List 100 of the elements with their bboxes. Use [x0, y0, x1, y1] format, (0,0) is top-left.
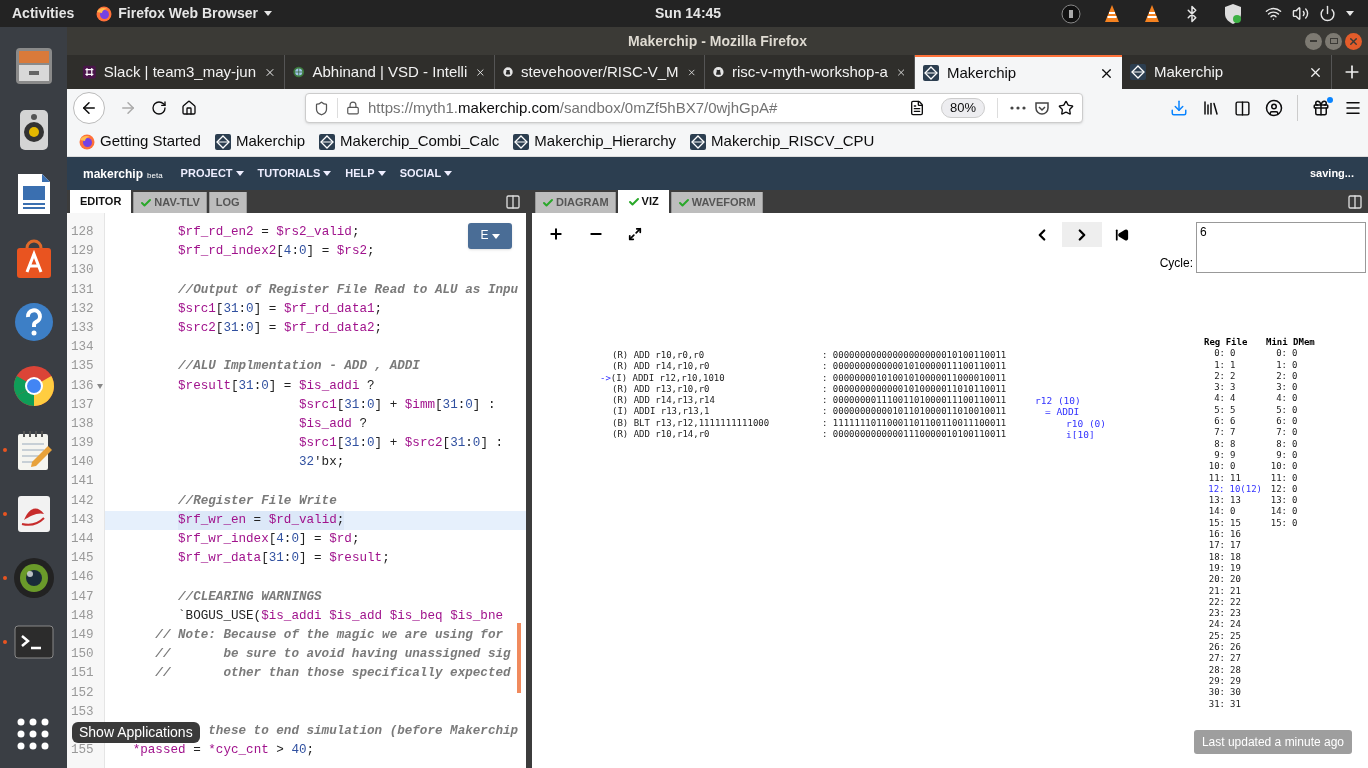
tooltip: Show Applications — [72, 722, 200, 743]
line-number: 136 — [71, 377, 94, 395]
disc-icon[interactable] — [1061, 3, 1081, 24]
back-button[interactable] — [73, 92, 105, 124]
minimize-button[interactable] — [1305, 32, 1322, 50]
reload-icon[interactable] — [151, 100, 167, 116]
instruction-text: (I) ADDI r13,r13,1 — [612, 406, 710, 418]
fold-arrow-icon[interactable] — [96, 383, 103, 389]
binary-encoding: : 00000000000001010000011100110011 — [822, 361, 1007, 373]
register-row-text: 6: 0 — [1275, 416, 1299, 428]
register-row-text: 13: 13 — [1207, 495, 1242, 507]
register-row-text: 11: 11 — [1207, 472, 1242, 484]
mode-button[interactable]: E — [468, 223, 512, 249]
split-view-icon[interactable] — [1347, 194, 1363, 210]
split-view-icon[interactable] — [505, 194, 521, 210]
traffic-cone-icon[interactable] — [1143, 3, 1161, 24]
download-icon[interactable] — [1170, 99, 1188, 117]
binary-encoding: : 00000000111001101000011100110011 — [822, 395, 1007, 407]
line-number: 150 — [71, 646, 94, 664]
app-menu[interactable]: Firefox Web Browser — [96, 3, 273, 24]
pane-tab[interactable]: EDITOR — [70, 190, 132, 213]
bookmark[interactable]: Makerchip_RISCV_CPU — [690, 130, 875, 153]
register-row-text: 21: 21 — [1207, 585, 1242, 597]
pane-tab[interactable]: VIZ — [617, 190, 669, 213]
pane-tab[interactable]: NAV-TLV — [133, 192, 207, 213]
line-number: 137 — [71, 396, 94, 414]
pane-tab[interactable]: LOG — [208, 192, 247, 213]
register-row-text: 8: 8 — [1213, 438, 1237, 450]
register-row-text: 17: 17 — [1207, 540, 1242, 552]
bookmark[interactable]: Getting Started — [79, 130, 201, 153]
zoom-badge[interactable]: 80% — [940, 98, 985, 118]
register-row-text: 1: 0 — [1275, 359, 1299, 371]
tab-title: Makerchip — [947, 62, 1018, 83]
zoom-in-icon[interactable] — [548, 226, 564, 242]
pocket-icon[interactable] — [1034, 100, 1050, 116]
next-button[interactable] — [1061, 222, 1102, 247]
activities-button[interactable]: Activities — [12, 3, 75, 24]
lock-icon[interactable] — [346, 101, 360, 115]
gift-icon[interactable] — [1312, 99, 1330, 117]
close-button[interactable] — [1345, 32, 1362, 50]
maximize-button[interactable] — [1325, 32, 1342, 50]
url-text: https://myth1.makerchip.com/sandbox/0mZf5hBX7/0wjhGpA# — [368, 97, 778, 118]
clock[interactable]: Sun 14:45 — [655, 3, 722, 24]
bookmark[interactable]: Makerchip — [214, 130, 306, 153]
fit-icon[interactable] — [628, 227, 642, 241]
register-row-text: 5: 0 — [1275, 404, 1299, 417]
more-icon[interactable] — [1010, 106, 1026, 110]
check-icon — [677, 196, 690, 209]
line-number: 130 — [71, 262, 94, 280]
browser-tab[interactable]: Makerchip — [915, 55, 1122, 89]
register-row-text: 1: 1 — [1213, 359, 1237, 371]
menu-icon[interactable] — [1344, 99, 1362, 117]
code-line: $src2[31:0] = $rf_rd_data2; — [178, 319, 383, 337]
nav-menu[interactable]: TUTORIALS — [257, 165, 332, 182]
library-icon[interactable] — [1202, 99, 1220, 117]
shield-icon[interactable] — [314, 100, 329, 116]
code-line: $rf_rd_en2 = $rs2_valid; — [178, 224, 360, 241]
camera-lens-icon[interactable] — [11, 556, 56, 600]
makerchip-logo[interactable]: makerchip beta — [83, 167, 163, 180]
register-row-text: 25: 25 — [1207, 630, 1242, 642]
bookmark[interactable]: Makerchip_Hierarchy — [513, 130, 677, 153]
makerchip-icon — [1130, 64, 1146, 80]
tab-title: Abhinand | VSD - Intelli — [312, 61, 468, 82]
running-indicator — [3, 512, 7, 516]
instruction-text: (R) ADD r10,r14,r0 — [612, 429, 710, 441]
nav-menu[interactable]: SOCIAL — [399, 165, 453, 182]
bookmark[interactable]: Makerchip_Combi_Calc — [319, 130, 500, 153]
traffic-cone-icon[interactable] — [1103, 3, 1121, 24]
line-number: 133 — [71, 319, 94, 337]
register-row-text: 27: 27 — [1207, 653, 1242, 665]
volume-icon[interactable] — [1292, 5, 1309, 22]
pane-tab[interactable]: WAVEFORM — [670, 192, 763, 213]
makerchip-icon — [319, 133, 336, 150]
cycle-field[interactable]: 6 — [1196, 222, 1366, 273]
browser-icon[interactable] — [11, 364, 56, 408]
account-icon[interactable] — [1265, 99, 1283, 117]
binary-encoding: : 00000000000001010000011010110011 — [822, 383, 1007, 396]
nav-menu[interactable]: PROJECT — [180, 165, 244, 182]
instruction-text: (B) BLT r13,r12,1111111111000 — [612, 417, 770, 430]
code-line: *passed = *cyc_cnt > 40; — [132, 742, 315, 760]
reader-view-icon[interactable] — [908, 100, 925, 116]
register-row-text: 13: 0 — [1269, 495, 1299, 507]
app-grid-icon[interactable] — [15, 716, 51, 752]
register-row-text: 12: 10(12) — [1207, 483, 1262, 496]
register-row-text: 5: 5 — [1213, 404, 1237, 417]
shield-icon[interactable] — [1223, 2, 1243, 25]
nav-menu[interactable]: HELP — [345, 165, 386, 182]
running-indicator — [3, 576, 7, 580]
line-number: 134 — [71, 339, 94, 357]
address-bar[interactable]: https://myth1.makerchip.com/sandbox/0mZf5hBX7/0wjhGpA# 80% — [305, 93, 1083, 123]
power-icon[interactable] — [1319, 5, 1336, 22]
pane-tab[interactable]: DIAGRAM — [535, 192, 616, 213]
wifi-icon[interactable] — [1265, 5, 1282, 22]
home-icon[interactable] — [181, 100, 197, 116]
sidebar-icon[interactable] — [1234, 99, 1251, 117]
tab-title: Makerchip — [1154, 61, 1225, 82]
line-number: 144 — [71, 531, 94, 548]
line-number: 143 — [71, 511, 94, 529]
star-icon[interactable] — [1058, 100, 1074, 116]
check-icon — [627, 195, 640, 208]
